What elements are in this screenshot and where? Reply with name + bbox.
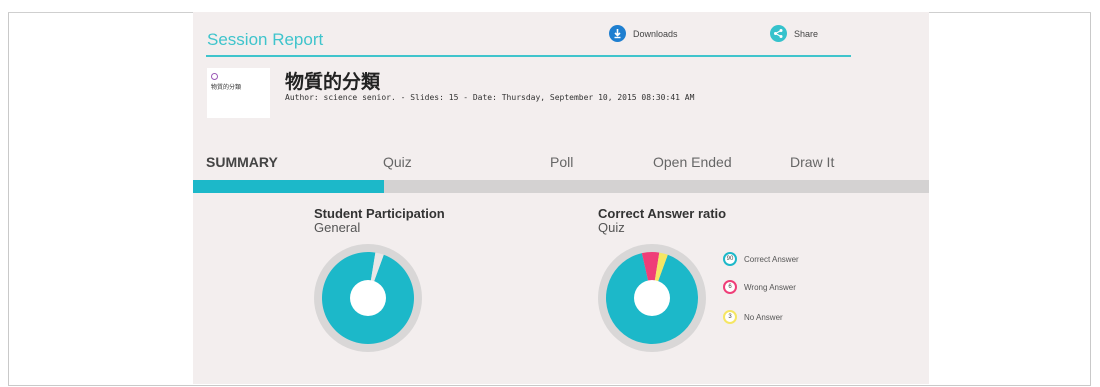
legend-wrong: 6 Wrong Answer — [723, 280, 796, 294]
answer-ratio-subtitle: Quiz — [598, 220, 625, 235]
legend-correct-badge: 90 — [723, 252, 737, 266]
share-button[interactable]: Share — [770, 25, 818, 42]
participation-center-hole — [350, 280, 386, 316]
legend-wrong-badge: 6 — [723, 280, 737, 294]
tab-draw-it[interactable]: Draw It — [790, 154, 834, 170]
tab-open-ended[interactable]: Open Ended — [653, 154, 732, 170]
share-label: Share — [794, 28, 819, 39]
tab-progress-fill — [193, 180, 385, 193]
participation-title: Student Participation — [314, 206, 445, 221]
legend-no-answer-badge: 3 — [723, 310, 737, 324]
lesson-thumbnail: 物質的分類 — [207, 68, 270, 118]
share-icon — [770, 25, 787, 42]
tab-poll[interactable]: Poll — [550, 154, 573, 170]
answer-ratio-donut — [598, 244, 706, 352]
answer-ratio-center-hole — [634, 280, 670, 316]
session-report-panel: Session Report Downloads Share 物質的分類 物質的… — [193, 12, 929, 384]
report-tabs: SUMMARY Quiz Poll Open Ended Draw It — [193, 154, 929, 194]
lesson-title: 物質的分類 — [285, 72, 381, 93]
title-divider — [206, 55, 851, 57]
legend-correct: 90 Correct Answer — [723, 252, 799, 266]
tab-summary[interactable]: SUMMARY — [206, 154, 278, 170]
tab-progress-track — [193, 180, 929, 193]
legend-no-answer: 3 No Answer — [723, 310, 783, 324]
page-title: Session Report — [207, 30, 324, 49]
participation-donut — [314, 244, 422, 352]
answer-ratio-title: Correct Answer ratio — [598, 206, 727, 221]
thumbnail-text: 物質的分類 — [211, 85, 242, 91]
legend-no-answer-label: No Answer — [744, 312, 783, 322]
lesson-logo-icon — [211, 73, 218, 80]
downloads-button[interactable]: Downloads — [609, 25, 678, 42]
legend-correct-label: Correct Answer — [744, 254, 799, 264]
legend-wrong-label: Wrong Answer — [744, 282, 796, 292]
downloads-label: Downloads — [633, 28, 678, 39]
tab-quiz[interactable]: Quiz — [383, 154, 412, 170]
participation-subtitle: General — [314, 220, 361, 235]
download-icon — [609, 25, 626, 42]
lesson-meta: Author: science senior. - Slides: 15 - D… — [285, 93, 695, 102]
